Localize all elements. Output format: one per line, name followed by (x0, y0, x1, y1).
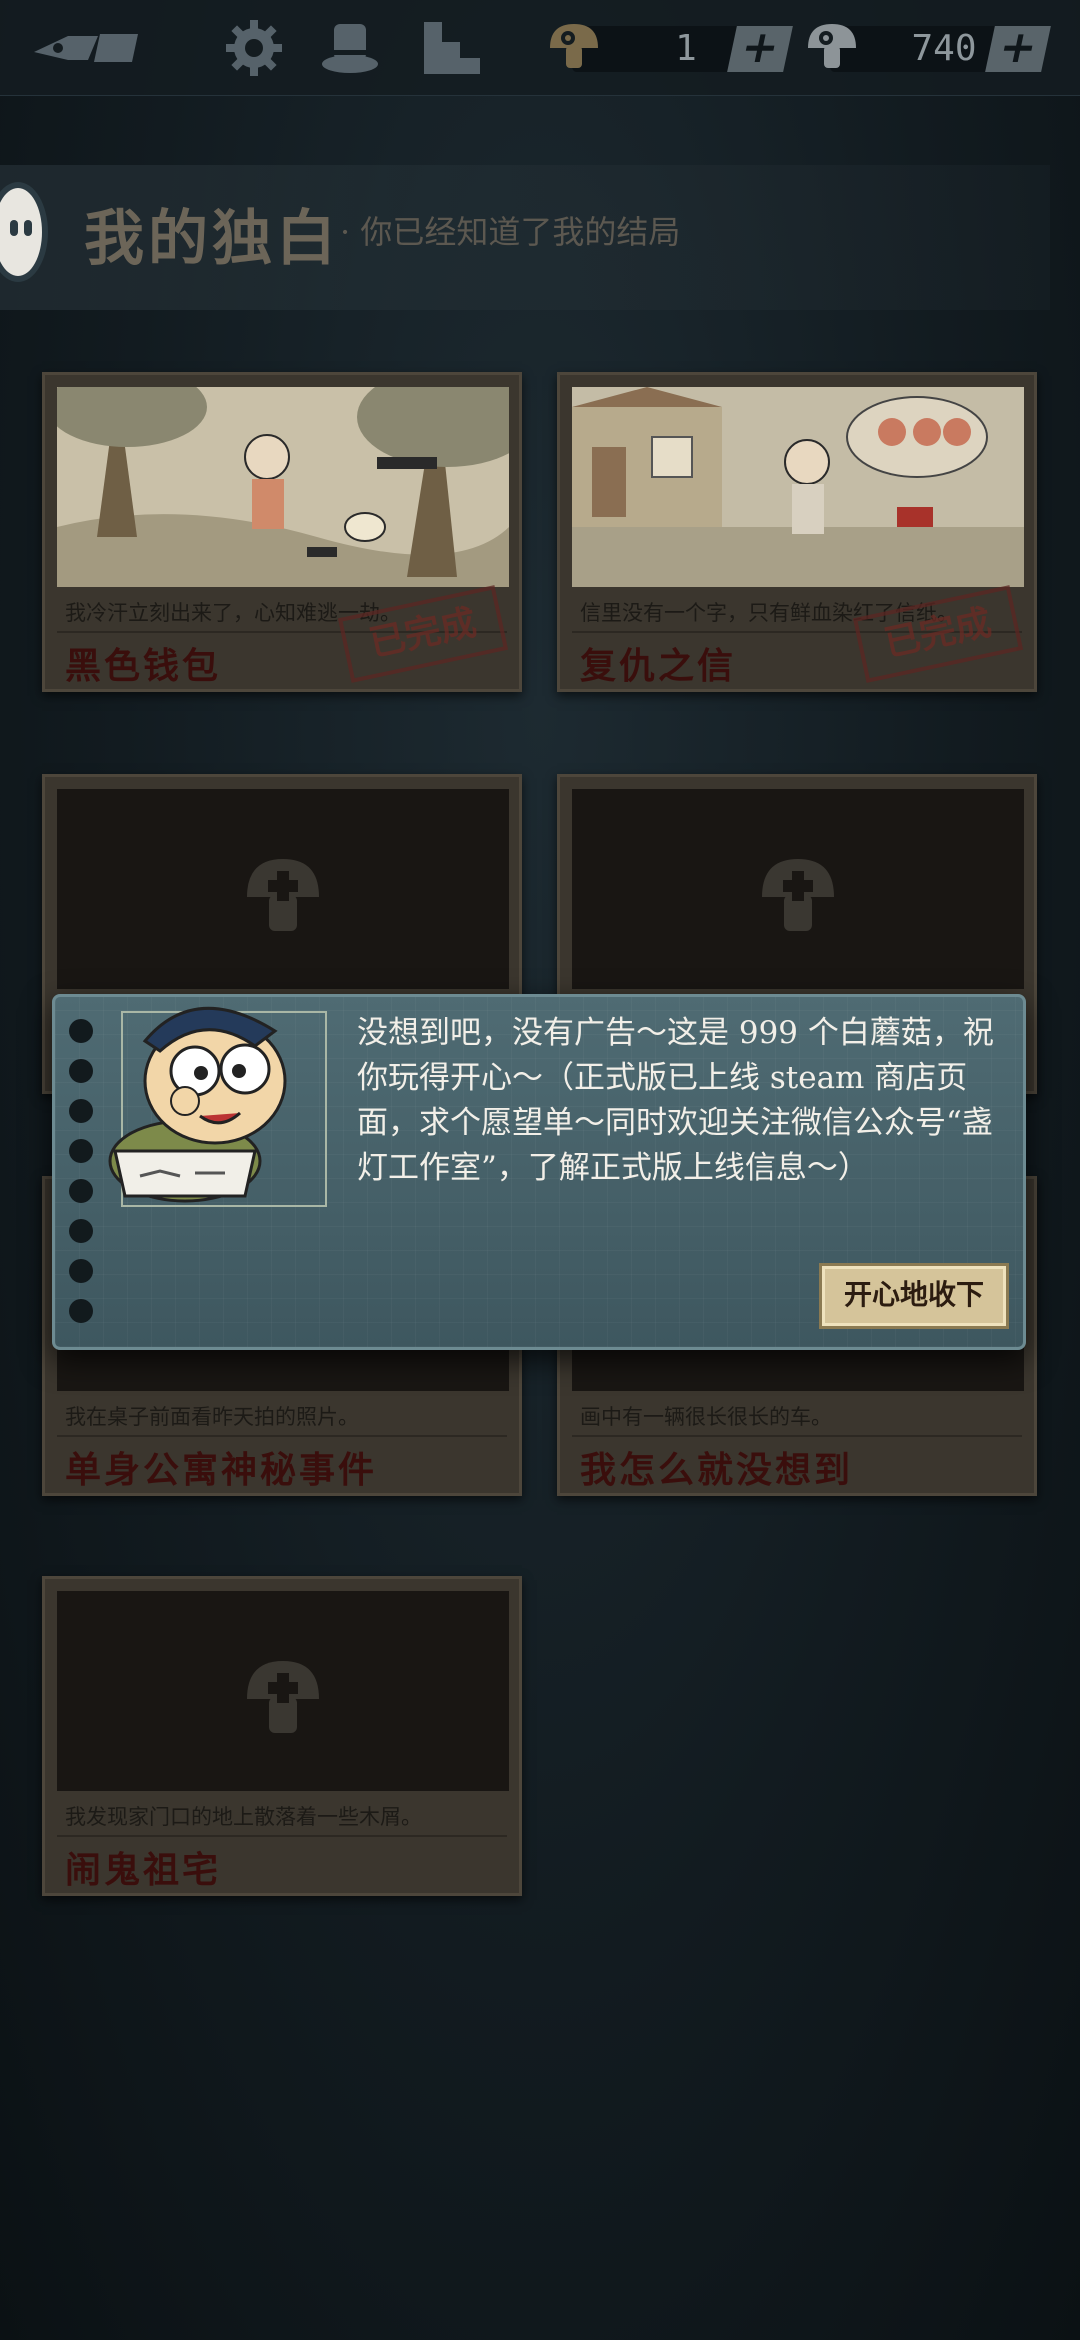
story-desc: 画中有一辆很长很长的车。 (580, 1405, 832, 1429)
story-name: 复仇之信 (580, 645, 737, 687)
locked-mushroom-icon (247, 1661, 319, 1733)
turtle-mascot-icon (108, 1006, 287, 1203)
story-card-haunted-house[interactable]: 我发现家门口的地上散落着一些木屑。 闹鬼祖宅 (42, 1576, 522, 1896)
story-name: 单身公寓神秘事件 (65, 1449, 378, 1491)
story-desc: 我发现家门口的地上散落着一些木屑。 (65, 1805, 422, 1829)
story-name: 闹鬼祖宅 (65, 1849, 222, 1891)
dialog-message: 没想到吧，没有广告～这是 999 个白蘑菇，祝你玩得开心～（正式版已上线 ste… (357, 1015, 994, 1186)
add-red-mushroom-button[interactable]: + (727, 22, 793, 73)
locked-illustration (57, 1591, 509, 1791)
gift-dialog: 没想到吧，没有广告～这是 999 个白蘑菇，祝你玩得开心～（正式版已上线 ste… (52, 994, 1026, 1350)
top-bar: 1 + 740 + (0, 0, 1080, 96)
top-hat-icon[interactable] (318, 16, 382, 80)
story-illustration (57, 387, 509, 587)
divider (572, 1435, 1022, 1437)
story-desc: 我在桌子前面看昨天拍的照片。 (65, 1405, 359, 1429)
story-card-black-wallet[interactable]: 我冷汗立刻出来了，心知难逃一劫。 黑色钱包 已完成 (42, 372, 522, 692)
add-white-mushroom-button[interactable]: + (985, 22, 1051, 73)
accept-gift-button[interactable]: 开心地收下 (819, 1263, 1009, 1329)
divider (57, 1435, 507, 1437)
locked-mushroom-icon (247, 859, 319, 931)
quill-back-icon[interactable] (28, 16, 148, 80)
white-mushroom-icon (808, 24, 856, 68)
story-card-revenge-letter[interactable]: 信里没有一个字，只有鲜血染红了信纸。 复仇之信 已完成 (557, 372, 1037, 692)
stairs-icon[interactable] (420, 16, 484, 80)
locked-illustration (572, 789, 1024, 989)
divider (57, 1835, 507, 1837)
gear-icon[interactable] (222, 16, 286, 80)
notebook-holes (69, 1019, 95, 1339)
story-name: 黑色钱包 (65, 645, 222, 687)
story-name: 我怎么就没想到 (580, 1449, 854, 1491)
red-mushroom-icon (550, 24, 598, 68)
story-illustration (572, 387, 1024, 587)
locked-illustration (57, 789, 509, 989)
page-title: 我的独白 (84, 204, 340, 274)
locked-mushroom-icon (762, 859, 834, 931)
currency-white-mushroom: 740 + (804, 20, 1054, 74)
page-subtitle: · 你已经知道了我的结局 (340, 213, 681, 251)
currency-red-mushroom: 1 + (546, 20, 796, 74)
